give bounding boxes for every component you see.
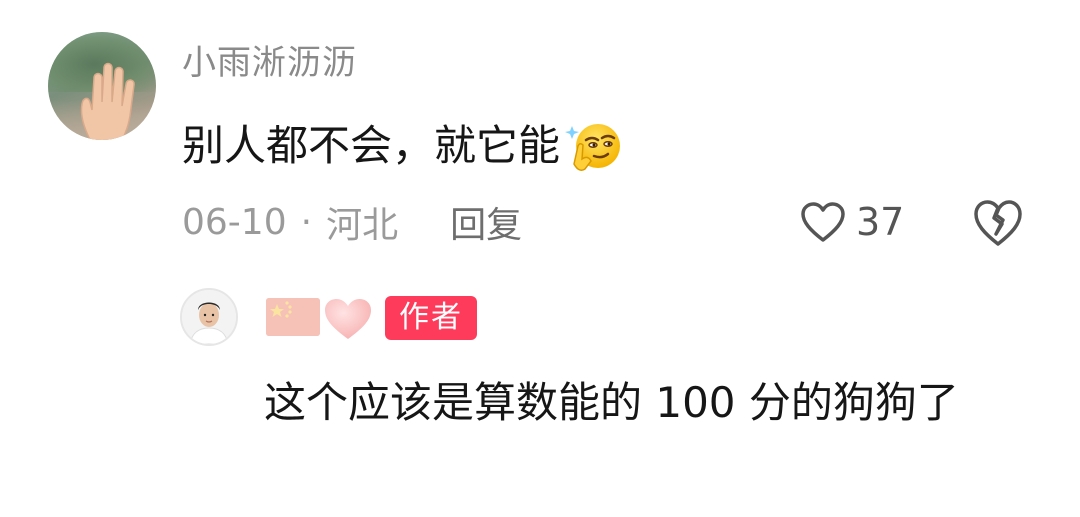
comment-text: 别人都不会，就它能 bbox=[182, 121, 561, 170]
meta-separator: · bbox=[300, 201, 313, 243]
author-avatar[interactable] bbox=[180, 288, 238, 346]
author-portrait-icon bbox=[182, 290, 236, 344]
reply-text: 这个应该是算数能的 100 分的狗狗了 bbox=[264, 378, 959, 427]
smug-thinking-face-emoji-icon bbox=[565, 124, 621, 171]
broken-heart-icon[interactable] bbox=[972, 198, 1024, 248]
like-button[interactable]: 37 bbox=[800, 196, 904, 248]
china-flag-emoji-icon bbox=[266, 298, 320, 336]
heart-outline-icon bbox=[801, 202, 845, 242]
pink-heart-emoji-icon bbox=[325, 299, 371, 339]
hand-wave-icon bbox=[80, 62, 135, 140]
comment-location: 河北 bbox=[326, 205, 399, 246]
like-count: 37 bbox=[856, 200, 905, 244]
reply-button[interactable]: 回复 bbox=[450, 196, 522, 248]
commenter-avatar[interactable] bbox=[48, 32, 156, 140]
comment-body: 别人都不会，就它能 bbox=[182, 116, 624, 176]
comment-date: 06-10 bbox=[182, 201, 287, 243]
author-badge: 作者 bbox=[385, 296, 477, 340]
comment-meta: 06-10 · 河北 回复 bbox=[182, 196, 522, 248]
commenter-username[interactable]: 小雨淅沥沥 bbox=[182, 40, 357, 86]
